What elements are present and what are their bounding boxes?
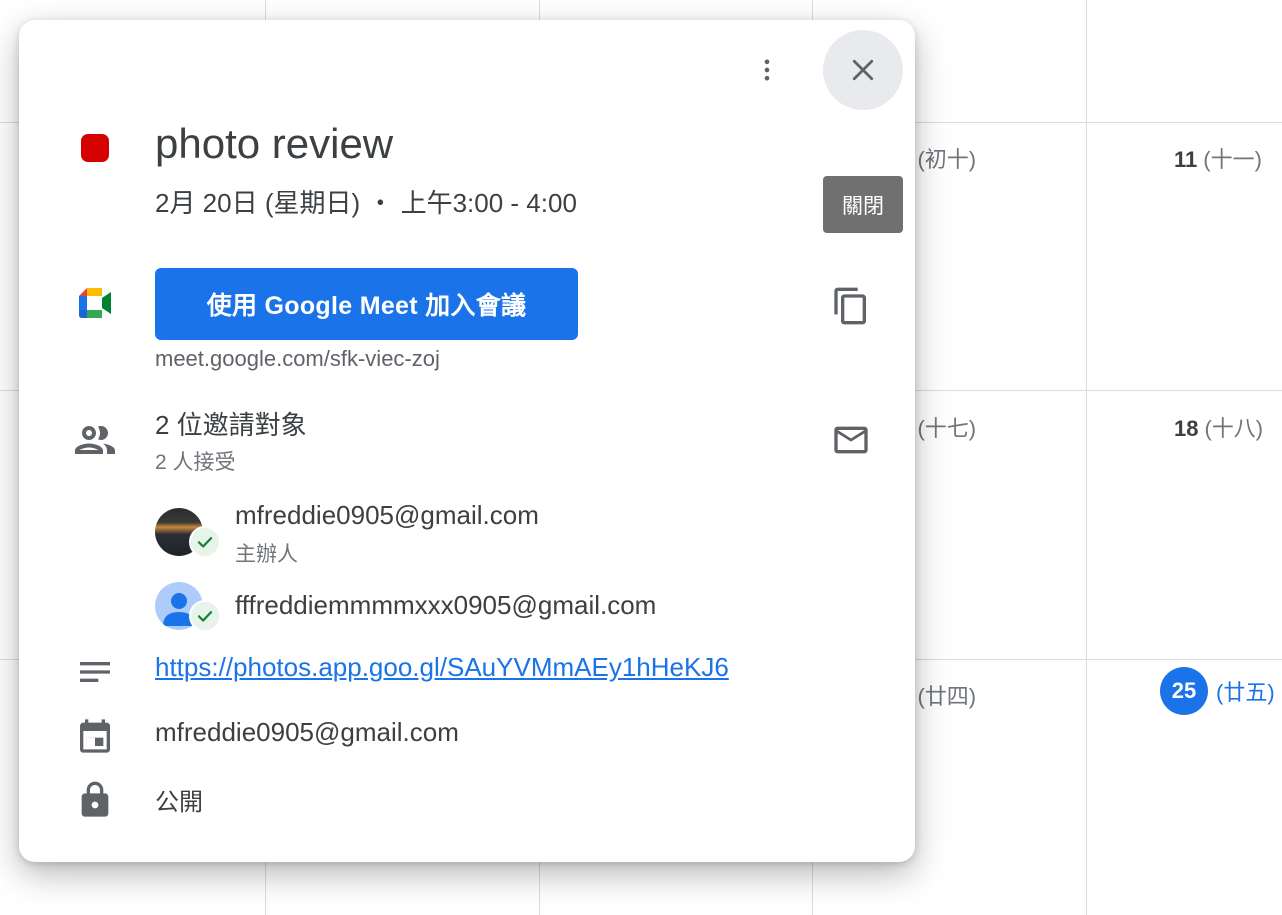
lunar-date: (廿四) [917,684,977,709]
join-meet-button[interactable]: 使用 Google Meet 加入會議 [155,268,578,340]
day-cell-label-today[interactable]: 25 (廿五) [1160,667,1275,715]
today-badge[interactable]: 25 [1160,667,1208,715]
guest-accepted-count: 2 人接受 [155,451,236,474]
day-cell-label[interactable]: 11 (十一) [1174,142,1262,174]
description-link[interactable]: https://photos.app.goo.gl/SAuYVMmAEy1hHe… [155,652,729,683]
close-tooltip: 關閉 [823,176,903,233]
notes-icon [80,662,110,682]
guest-role: 主辦人 [235,543,298,566]
accepted-check-icon [189,600,221,632]
lunar-date: (十八) [1204,416,1264,441]
lunar-date: (初十) [917,147,977,172]
email-guests-button[interactable] [823,412,879,468]
close-icon [852,59,874,81]
email-icon [834,426,868,454]
lunar-date: (十一) [1203,147,1262,172]
meet-link: meet.google.com/sfk-viec-zoj [155,346,440,371]
more-vert-icon [764,59,770,81]
people-icon [75,426,115,454]
guest-email[interactable]: fffreddiemmmmxxx0905@gmail.com [235,590,656,621]
close-button[interactable] [823,30,903,110]
accepted-check-icon [189,526,221,558]
day-number: 11 [1174,147,1198,172]
visibility-label: 公開 [155,789,203,816]
day-number: 18 [1174,416,1199,441]
lunar-date: (廿五) [1216,680,1275,705]
lunar-date: (十七) [917,416,977,441]
copy-icon [834,287,866,325]
event-date-time: 2月 20日 (星期日) ・ 上午3:00 - 4:00 [155,188,577,218]
grid-line [1086,0,1087,915]
google-meet-icon [79,288,111,318]
guest-count: 2 位邀請對象 [155,410,307,440]
copy-meet-link-button[interactable] [823,278,879,334]
guest-email[interactable]: mfreddie0905@gmail.com [235,500,539,531]
event-title: photo review [155,120,394,167]
day-cell-label[interactable]: 18 (十八) [1174,411,1263,443]
more-options-button[interactable] [739,42,795,98]
calendar-icon [80,719,110,753]
event-color-swatch [81,134,109,162]
event-details-popup: 關閉 photo review 2月 20日 (星期日) ・ 上午3:00 - … [19,20,915,862]
lock-icon [81,781,109,817]
calendar-owner-email: mfreddie0905@gmail.com [155,717,459,747]
